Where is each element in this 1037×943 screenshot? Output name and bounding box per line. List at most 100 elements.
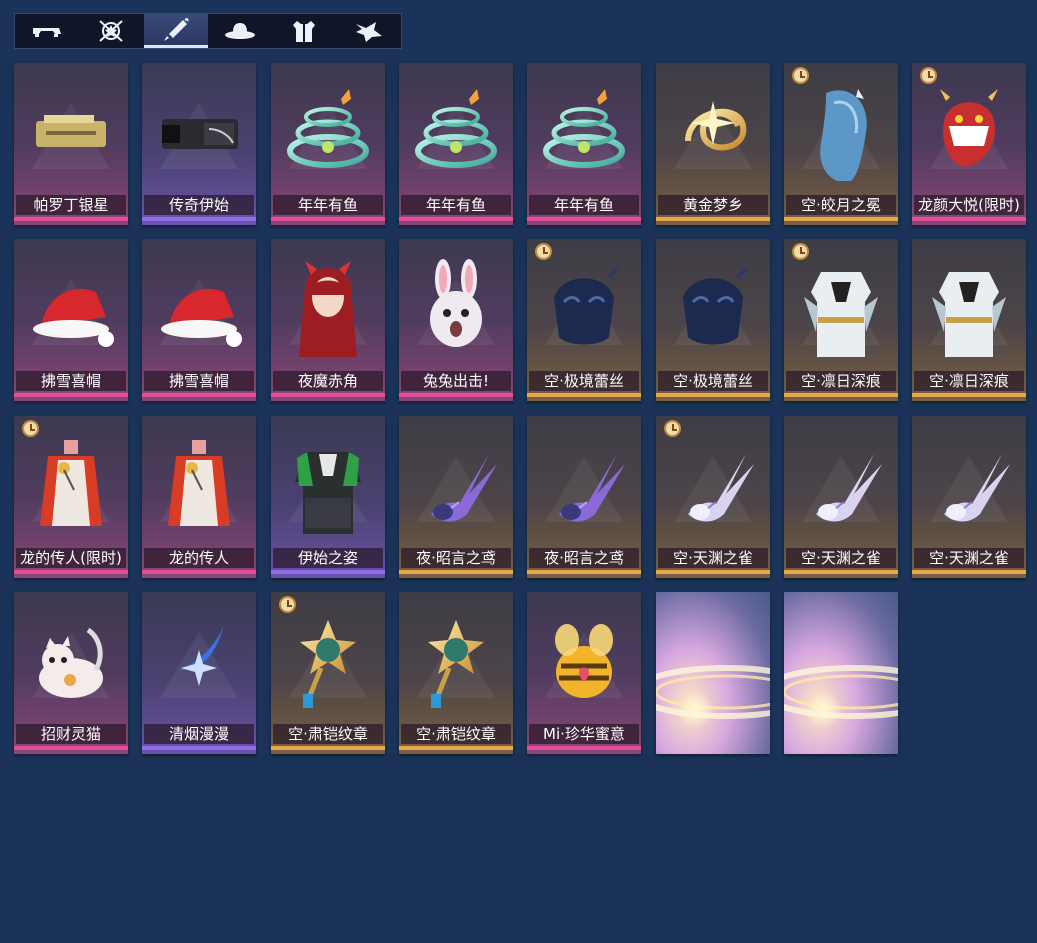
- item-artwork: [162, 119, 238, 149]
- item-card[interactable]: 帕罗丁银星: [14, 63, 128, 225]
- item-name: 招财灵猫: [16, 724, 126, 744]
- item-card[interactable]: 龙颜大悦(限时): [912, 63, 1026, 225]
- item-card[interactable]: 拂雪喜帽: [14, 239, 128, 401]
- tab-hat[interactable]: [208, 14, 272, 48]
- item-name: 空·天渊之雀: [786, 548, 896, 568]
- item-card[interactable]: 空·凛日深痕: [912, 239, 1026, 401]
- item-artwork: [683, 267, 748, 345]
- rarity-bar: [14, 217, 128, 221]
- rarity-bar: [271, 746, 385, 750]
- item-card[interactable]: 空·极境蕾丝: [527, 239, 641, 401]
- item-artwork: [688, 454, 754, 522]
- selection-glow: [784, 592, 898, 754]
- tab-outfit[interactable]: [272, 14, 336, 48]
- clock-icon: [535, 243, 552, 260]
- rarity-bar: [14, 746, 128, 750]
- clock-icon: [792, 243, 809, 260]
- pet-icon: [355, 22, 382, 42]
- item-name: 空·皎月之冕: [786, 195, 896, 215]
- rarity-bar: [142, 570, 256, 574]
- tab-emblem[interactable]: [79, 14, 143, 48]
- item-card[interactable]: 空·肃铠纹章: [399, 592, 513, 754]
- rarity-bar: [912, 217, 1026, 221]
- item-name: 龙的传人(限时): [16, 548, 126, 568]
- item-name: 黄金梦乡: [658, 195, 768, 215]
- item-name: 夜·昭言之鸢: [401, 548, 511, 568]
- item-card[interactable]: 传奇伊始: [142, 63, 256, 225]
- clock-icon: [920, 67, 937, 84]
- item-name: 夜·昭言之鸢: [529, 548, 639, 568]
- item-card[interactable]: 伊始之姿: [271, 416, 385, 578]
- item-card-highlight[interactable]: [656, 592, 770, 754]
- item-card[interactable]: 拂雪喜帽: [142, 239, 256, 401]
- tab-pet[interactable]: [337, 14, 401, 48]
- tab-vehicle[interactable]: [15, 14, 79, 48]
- item-artwork: [415, 89, 497, 168]
- item-card[interactable]: 夜·昭言之鸢: [527, 416, 641, 578]
- rarity-bar: [142, 746, 256, 750]
- item-name: 拂雪喜帽: [16, 371, 126, 391]
- item-name: 空·极境蕾丝: [529, 371, 639, 391]
- item-name: 空·肃铠纹章: [401, 724, 511, 744]
- item-name: 龙颜大悦(限时): [914, 195, 1024, 215]
- rarity-bar: [399, 393, 513, 397]
- item-card[interactable]: 夜魔赤角: [271, 239, 385, 401]
- rarity-bar: [912, 570, 1026, 574]
- item-card[interactable]: 空·皎月之冕: [784, 63, 898, 225]
- item-artwork: [431, 454, 497, 522]
- category-tab-bar: [14, 13, 402, 49]
- item-name: 空·极境蕾丝: [658, 371, 768, 391]
- item-name: 年年有鱼: [529, 195, 639, 215]
- rarity-bar: [527, 570, 641, 574]
- item-artwork: [555, 624, 613, 698]
- rarity-bar: [527, 393, 641, 397]
- item-card[interactable]: 年年有鱼: [399, 63, 513, 225]
- item-name: 夜魔赤角: [273, 371, 383, 391]
- item-card[interactable]: 黄金梦乡: [656, 63, 770, 225]
- rarity-bar: [399, 217, 513, 221]
- rarity-bar: [271, 217, 385, 221]
- rarity-bar: [271, 570, 385, 574]
- rarity-bar: [14, 570, 128, 574]
- rarity-bar: [784, 393, 898, 397]
- item-card[interactable]: 兔兔出击!: [399, 239, 513, 401]
- emblem-icon: [99, 20, 124, 42]
- rarity-bar: [399, 570, 513, 574]
- tab-weapon[interactable]: [143, 14, 209, 48]
- item-name: 帕罗丁银星: [16, 195, 126, 215]
- item-card[interactable]: 招财灵猫: [14, 592, 128, 754]
- item-card[interactable]: Mi·珍华蜜意: [527, 592, 641, 754]
- item-name: 空·肃铠纹章: [273, 724, 383, 744]
- item-artwork: [816, 454, 882, 522]
- item-artwork: [168, 440, 230, 526]
- hat-icon: [225, 23, 256, 39]
- outfit-icon: [293, 21, 316, 42]
- item-card[interactable]: 空·肃铠纹章: [271, 592, 385, 754]
- item-artwork: [685, 101, 747, 151]
- rarity-bar: [142, 217, 256, 221]
- item-card[interactable]: 空·凛日深痕: [784, 239, 898, 401]
- item-artwork: [39, 627, 103, 698]
- clock-icon: [664, 420, 681, 437]
- item-artwork: [40, 440, 102, 526]
- clock-icon: [792, 67, 809, 84]
- rarity-bar: [399, 746, 513, 750]
- item-artwork: [554, 267, 619, 345]
- item-card[interactable]: 龙的传人: [142, 416, 256, 578]
- item-card[interactable]: 清烟漫漫: [142, 592, 256, 754]
- item-card[interactable]: 夜·昭言之鸢: [399, 416, 513, 578]
- item-artwork: [804, 272, 878, 357]
- item-name: 伊始之姿: [273, 548, 383, 568]
- item-card[interactable]: 年年有鱼: [527, 63, 641, 225]
- item-name: Mi·珍华蜜意: [529, 724, 639, 744]
- selection-glow: [656, 592, 770, 754]
- item-card[interactable]: 空·天渊之雀: [784, 416, 898, 578]
- item-card[interactable]: 龙的传人(限时): [14, 416, 128, 578]
- item-card[interactable]: 空·天渊之雀: [656, 416, 770, 578]
- item-artwork: [820, 89, 867, 181]
- item-card[interactable]: 空·天渊之雀: [912, 416, 1026, 578]
- rarity-bar: [656, 393, 770, 397]
- item-card-highlight[interactable]: [784, 592, 898, 754]
- item-card[interactable]: 年年有鱼: [271, 63, 385, 225]
- item-card[interactable]: 空·极境蕾丝: [656, 239, 770, 401]
